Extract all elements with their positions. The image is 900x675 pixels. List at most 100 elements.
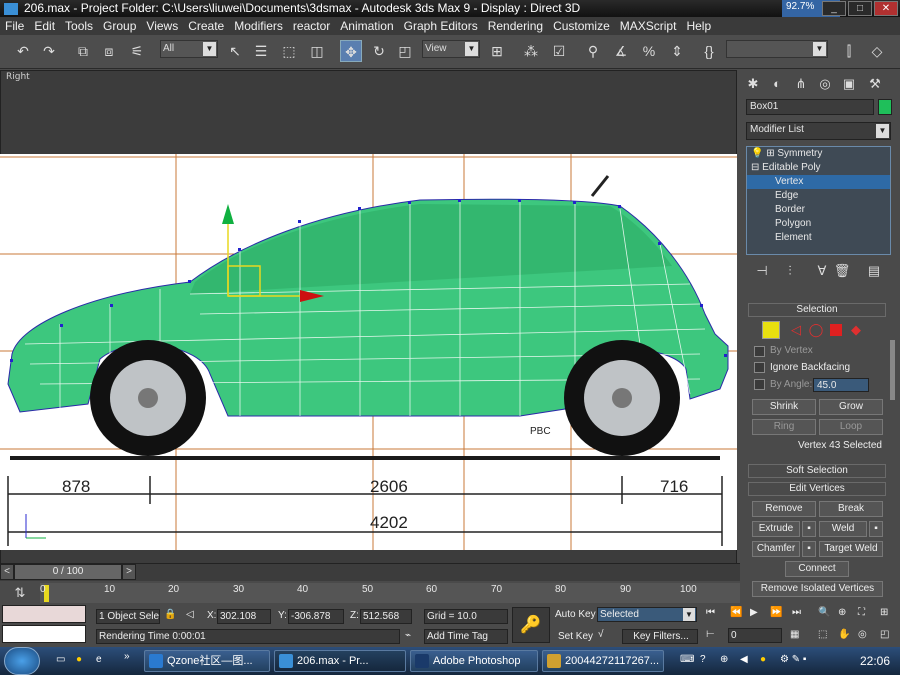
quick-launch-more-icon[interactable]: »	[124, 651, 130, 662]
edit-vertices-rollout[interactable]: Edit Vertices	[748, 482, 886, 496]
lock-icon[interactable]: 🔒	[164, 609, 176, 620]
redo-icon[interactable]: ↷	[38, 40, 60, 62]
menu-customize[interactable]: Customize	[548, 19, 615, 33]
x-coordinate-field[interactable]: 302.108	[217, 609, 271, 624]
stack-item-border[interactable]: Border	[747, 203, 890, 217]
bind-space-warp-icon[interactable]: ⚟	[126, 40, 148, 62]
maxscript-listener[interactable]	[2, 605, 86, 623]
auto-key-button[interactable]: Auto Key	[555, 609, 596, 620]
maximize-viewport-icon[interactable]: ◰	[880, 629, 889, 640]
menu-group[interactable]: Group	[98, 19, 141, 33]
y-coordinate-field[interactable]: -306.878	[288, 609, 344, 624]
soft-selection-rollout[interactable]: Soft Selection	[748, 464, 886, 478]
percent-snap-icon[interactable]: %	[638, 40, 660, 62]
modifier-list-dropdown[interactable]: Modifier List ▼	[746, 122, 891, 140]
stack-item-editable-poly[interactable]: ⊟ Editable Poly	[747, 161, 890, 175]
minimize-button[interactable]: _	[822, 1, 846, 16]
rectangle-selection-icon[interactable]: ⬚	[278, 40, 300, 62]
hierarchy-tab-icon[interactable]: ⋔	[791, 74, 811, 94]
remove-button[interactable]: Remove	[752, 501, 816, 517]
extrude-button[interactable]: Extrude	[752, 521, 800, 537]
key-filters-button[interactable]: Key Filters...	[622, 629, 698, 644]
language-bar-icon[interactable]: ⌨	[680, 654, 694, 665]
key-mode-dropdown[interactable]: Selected ▼	[597, 607, 697, 622]
qq-tray-icon[interactable]: ●	[760, 654, 766, 665]
weld-button[interactable]: Weld	[819, 521, 867, 537]
mirror-icon[interactable]: ⫿	[838, 40, 860, 62]
goto-start-icon[interactable]: ⏮	[706, 607, 715, 618]
current-frame-field[interactable]: 0	[728, 628, 782, 643]
viewport-label[interactable]: Right	[6, 72, 30, 82]
grow-button[interactable]: Grow	[819, 399, 883, 415]
select-and-scale-icon[interactable]: ◰	[394, 40, 416, 62]
window-crossing-icon[interactable]: ◫	[306, 40, 328, 62]
ignore-backfacing-checkbox[interactable]	[754, 362, 765, 373]
object-name-field[interactable]: Box01	[746, 99, 874, 115]
configure-sets-icon[interactable]: ▤	[864, 261, 884, 281]
tray-icons[interactable]: ⚙ ✎ ▪	[780, 654, 806, 665]
vertex-mode-icon[interactable]	[762, 321, 780, 339]
polygon-mode-icon[interactable]	[830, 324, 842, 336]
angle-spinner[interactable]: 45.0	[813, 378, 869, 392]
zoom-all-icon[interactable]: ⊕	[838, 607, 846, 618]
set-key-button[interactable]: Set Key	[558, 631, 593, 642]
shrink-button[interactable]: Shrink	[752, 399, 816, 415]
display-tab-icon[interactable]: ▣	[839, 74, 859, 94]
stack-item-vertex[interactable]: Vertex	[747, 175, 890, 189]
selection-rollout-header[interactable]: Selection	[748, 303, 886, 317]
play-icon[interactable]: ▶	[750, 607, 758, 618]
menu-edit[interactable]: Edit	[29, 19, 60, 33]
menu-help[interactable]: Help	[681, 19, 716, 33]
key-mode-toggle-icon[interactable]: ⊢	[706, 629, 715, 640]
loop-button[interactable]: Loop	[819, 419, 883, 435]
ie-icon[interactable]: e	[96, 654, 102, 665]
maxscript-input[interactable]	[2, 625, 86, 643]
menu-modifiers[interactable]: Modifiers	[229, 19, 288, 33]
remove-modifier-icon[interactable]: 🗑	[832, 261, 852, 281]
pivot-center-icon[interactable]: ⊞	[486, 40, 508, 62]
orbit-icon[interactable]: ◎	[858, 629, 867, 640]
stack-item-polygon[interactable]: Polygon	[747, 217, 890, 231]
add-time-tag-button[interactable]: Add Time Tag	[424, 629, 508, 644]
angle-snap-icon[interactable]: ∡	[610, 40, 632, 62]
show-desktop-icon[interactable]: ▭	[56, 654, 65, 665]
next-key-icon[interactable]: ⏩	[770, 607, 782, 618]
menu-rendering[interactable]: Rendering	[483, 19, 548, 33]
object-color-swatch[interactable]	[878, 99, 892, 115]
align-icon[interactable]: ◇	[866, 40, 888, 62]
weld-settings-button[interactable]: ▪	[869, 521, 883, 537]
time-tag-icon[interactable]: ⌁	[405, 630, 411, 641]
select-and-rotate-icon[interactable]: ↻	[368, 40, 390, 62]
menu-maxscript[interactable]: MAXScript	[615, 19, 682, 33]
menu-tools[interactable]: Tools	[60, 19, 98, 33]
network-tray-icon[interactable]: ⊕	[720, 654, 728, 665]
goto-end-icon[interactable]: ⏭	[792, 607, 801, 618]
link-icon[interactable]: ⧉	[72, 40, 94, 62]
task-qzone[interactable]: Qzone社区—图...	[144, 650, 270, 672]
key-tangent-icon[interactable]: √	[598, 629, 604, 640]
zoom-extents-icon[interactable]: ⛶	[858, 607, 865, 618]
help-tray-icon[interactable]: ?	[700, 654, 706, 665]
make-unique-icon[interactable]: ∀	[812, 261, 832, 281]
spinner-snap-icon[interactable]: ⇕	[666, 40, 688, 62]
time-slider[interactable]: < 0 / 100 >	[0, 563, 740, 581]
next-frame-button[interactable]: >	[122, 564, 136, 580]
named-selection-icon[interactable]: {}	[698, 40, 720, 62]
prev-key-icon[interactable]: ⏪	[730, 607, 742, 618]
pin-stack-icon[interactable]: ⊣	[752, 261, 772, 281]
show-end-result-icon[interactable]: ⫶	[780, 261, 800, 281]
chamfer-settings-button[interactable]: ▪	[802, 541, 816, 557]
stack-item-edge[interactable]: Edge	[747, 189, 890, 203]
qq-icon[interactable]: ●	[76, 654, 82, 665]
region-zoom-icon[interactable]: ⬚	[818, 629, 827, 640]
select-by-name-icon[interactable]: ☰	[250, 40, 272, 62]
menu-graph-editors[interactable]: Graph Editors	[399, 19, 483, 33]
panel-scrollbar[interactable]	[890, 340, 895, 400]
zoom-icon[interactable]: 🔍	[818, 607, 830, 618]
close-button[interactable]: ✕	[874, 1, 898, 16]
frame-indicator[interactable]: 0 / 100	[14, 564, 122, 580]
menu-animation[interactable]: Animation	[335, 19, 398, 33]
task-image[interactable]: 20044272117267...	[542, 650, 664, 672]
maximize-button[interactable]: □	[848, 1, 872, 16]
element-mode-icon[interactable]: ◆	[846, 320, 866, 340]
